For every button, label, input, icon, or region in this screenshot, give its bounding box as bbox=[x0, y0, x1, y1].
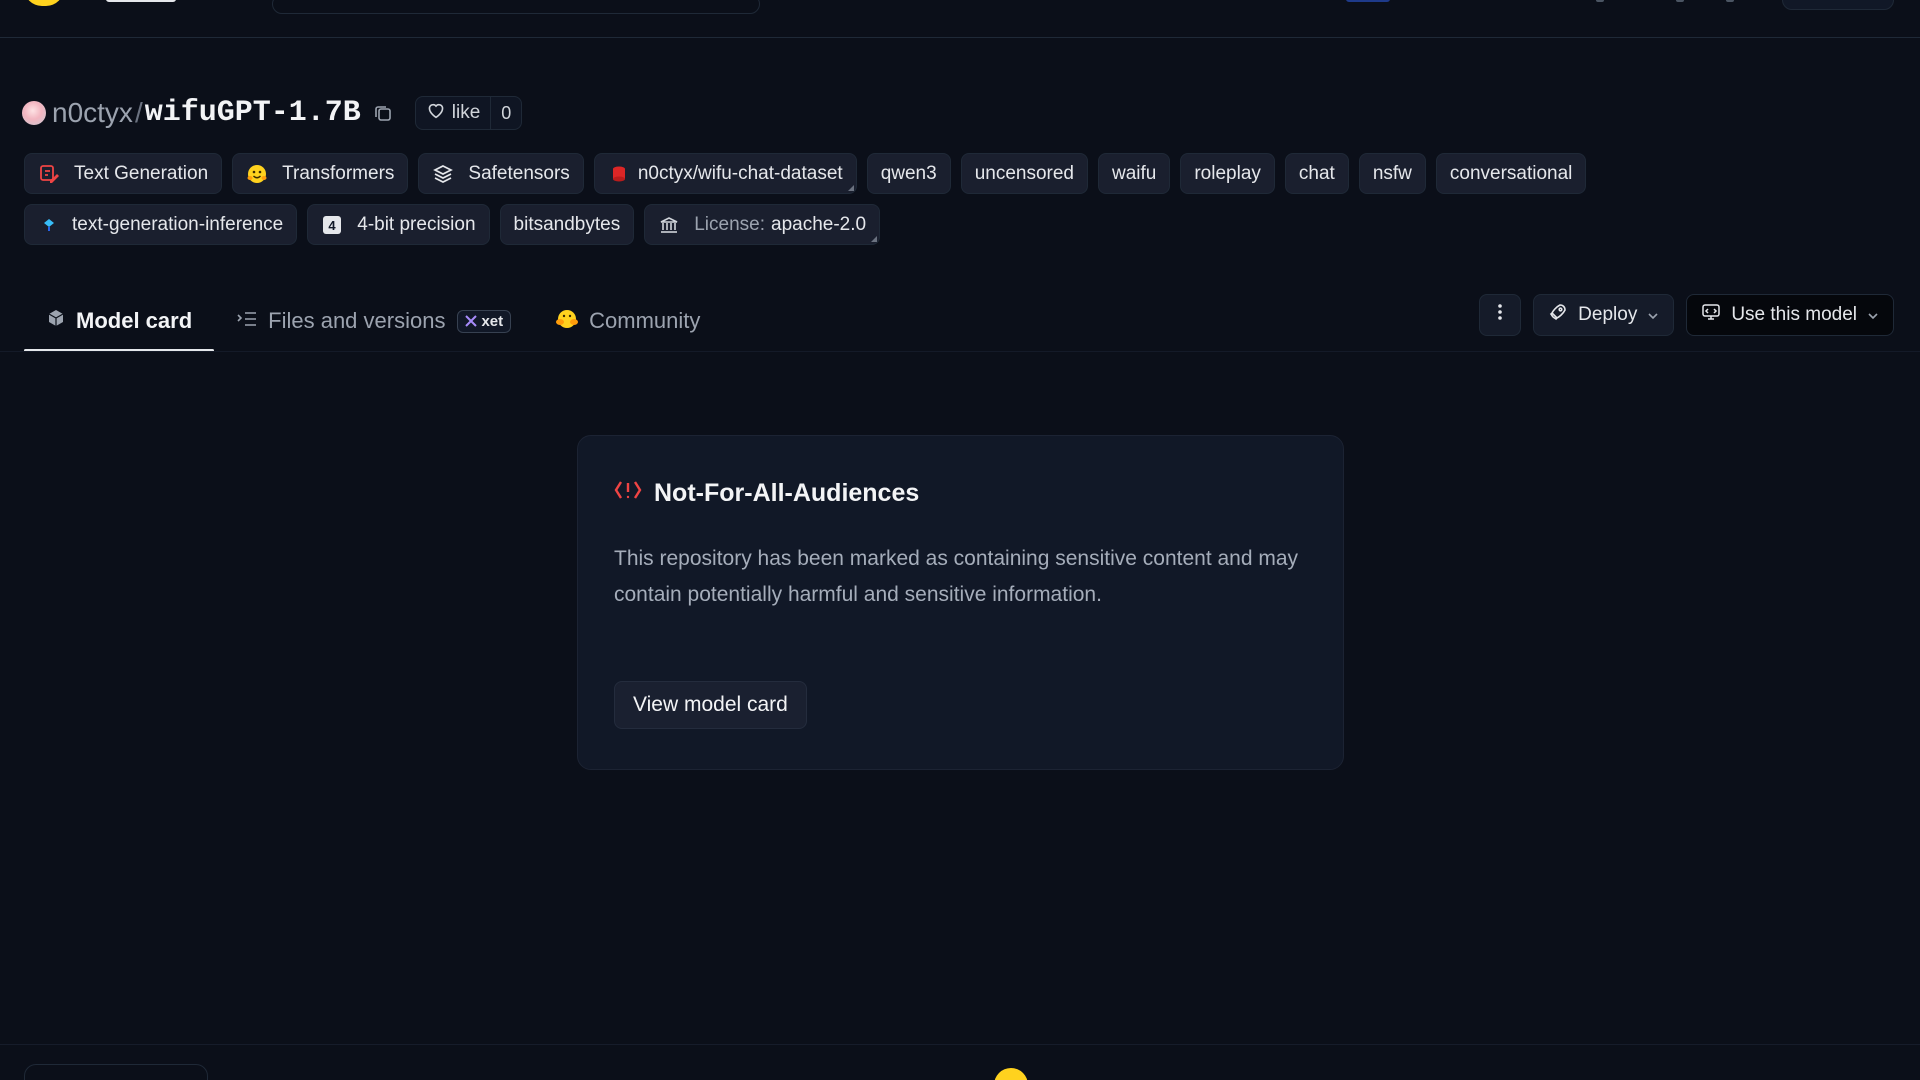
like-widget: like 0 bbox=[414, 96, 523, 130]
tag-label: Text Generation bbox=[74, 162, 209, 184]
tag-transformers[interactable]: Transformers bbox=[232, 153, 409, 194]
view-model-card-button[interactable]: View model card bbox=[614, 681, 807, 729]
heart-icon bbox=[426, 101, 446, 125]
tag-safetensors[interactable]: Safetensors bbox=[418, 153, 584, 194]
tag-uncensored[interactable]: uncensored bbox=[960, 153, 1088, 194]
footer-divider bbox=[0, 1044, 1920, 1045]
nsfw-notice-card: Not-For-All-Audiences This repository ha… bbox=[577, 435, 1344, 770]
tag-nsfw[interactable]: nsfw bbox=[1358, 153, 1426, 194]
license-prefix: License: bbox=[694, 213, 765, 235]
notice-title: Not-For-All-Audiences bbox=[654, 479, 920, 507]
tag-conversational[interactable]: conversational bbox=[1435, 153, 1587, 194]
like-count[interactable]: 0 bbox=[490, 97, 521, 129]
tag-label: waifu bbox=[1111, 162, 1157, 184]
hugging-face-footer-icon bbox=[994, 1068, 1028, 1080]
tag-label: n0ctyx/wifu-chat-dataset bbox=[637, 162, 843, 184]
like-button[interactable]: like bbox=[416, 97, 491, 129]
tag-label: bitsandbytes bbox=[513, 213, 621, 235]
tag-list-secondary: text-generation-inference 4 4-bit precis… bbox=[24, 204, 1624, 245]
community-icon bbox=[555, 307, 579, 335]
tag-label: 4-bit precision bbox=[357, 213, 476, 235]
tag-label: qwen3 bbox=[880, 162, 937, 184]
repo-owner-link[interactable]: n0ctyx bbox=[52, 97, 133, 129]
tab-community[interactable]: Community bbox=[533, 290, 722, 352]
like-label: like bbox=[451, 102, 481, 123]
use-this-model-button[interactable]: Use this model bbox=[1686, 294, 1894, 336]
tag-license[interactable]: License: apache-2.0 bbox=[644, 204, 881, 245]
tab-label: Files and versions bbox=[268, 308, 446, 333]
inference-icon bbox=[38, 214, 60, 236]
rocket-icon bbox=[1548, 302, 1568, 328]
license-value: apache-2.0 bbox=[771, 213, 867, 235]
hugging-face-icon bbox=[246, 163, 268, 185]
repo-tabs: Model card Files and versions xet Commun… bbox=[24, 290, 722, 352]
chevron-down-icon bbox=[1647, 304, 1659, 326]
nav-item[interactable] bbox=[1676, 0, 1684, 2]
repo-separator: / bbox=[134, 97, 143, 128]
cube-icon bbox=[46, 308, 66, 334]
footer-selector[interactable] bbox=[24, 1064, 208, 1080]
tab-label: Community bbox=[589, 308, 701, 333]
tag-text-generation[interactable]: Text Generation bbox=[24, 153, 223, 194]
tag-text-generation-inference[interactable]: text-generation-inference bbox=[24, 204, 298, 245]
nav-item[interactable] bbox=[1596, 0, 1604, 2]
tab-files-and-versions[interactable]: Files and versions xet bbox=[214, 290, 533, 352]
nav-account-button[interactable] bbox=[1782, 0, 1894, 10]
kebab-icon bbox=[1497, 303, 1503, 327]
tag-label: Safetensors bbox=[468, 162, 570, 184]
repo-actions: Deploy Use this model bbox=[1479, 294, 1894, 336]
files-icon bbox=[236, 308, 258, 334]
code-monitor-icon bbox=[1701, 302, 1721, 328]
search-input[interactable] bbox=[272, 0, 760, 14]
tag-label: text-generation-inference bbox=[72, 213, 284, 235]
notice-body: This repository has been marked as conta… bbox=[614, 547, 1299, 606]
tag-label: roleplay bbox=[1194, 162, 1261, 184]
more-options-button[interactable] bbox=[1479, 294, 1522, 336]
tag-label: nsfw bbox=[1372, 162, 1412, 184]
tag-chat[interactable]: chat bbox=[1284, 153, 1349, 194]
precision-icon: 4 bbox=[321, 214, 343, 236]
svg-text:4: 4 bbox=[329, 218, 337, 233]
deploy-button[interactable]: Deploy bbox=[1533, 294, 1675, 336]
expand-corner-icon bbox=[847, 185, 854, 191]
owner-avatar[interactable] bbox=[22, 101, 46, 125]
tag-roleplay[interactable]: roleplay bbox=[1180, 153, 1275, 194]
chevron-down-icon bbox=[1867, 304, 1879, 326]
xet-icon bbox=[465, 315, 478, 327]
repo-header: n0ctyx / wifuGPT-1.7B like 0 bbox=[22, 92, 523, 134]
tag-dataset[interactable]: n0ctyx/wifu-chat-dataset bbox=[593, 153, 857, 194]
tab-model-card[interactable]: Model card bbox=[24, 290, 215, 352]
brand-wordmark[interactable] bbox=[106, 0, 176, 2]
license-icon bbox=[658, 214, 680, 236]
deploy-label: Deploy bbox=[1578, 304, 1638, 325]
xet-badge: xet bbox=[457, 309, 512, 333]
tag-label: conversational bbox=[1449, 162, 1573, 184]
expand-corner-icon bbox=[871, 236, 878, 242]
tabs-divider bbox=[0, 351, 1920, 352]
layers-icon bbox=[432, 163, 454, 185]
dataset-icon bbox=[608, 163, 630, 185]
tag-label: uncensored bbox=[974, 162, 1074, 184]
copy-icon[interactable] bbox=[373, 103, 393, 123]
tag-list-primary: Text Generation Transformers Safetensors bbox=[24, 153, 1624, 194]
nav-item[interactable] bbox=[1726, 0, 1734, 2]
warning-icon bbox=[614, 478, 642, 509]
tag-4bit-precision[interactable]: 4 4-bit precision bbox=[307, 204, 490, 245]
tag-bitsandbytes[interactable]: bitsandbytes bbox=[499, 204, 635, 245]
tag-label: Transformers bbox=[282, 162, 395, 184]
tag-label: chat bbox=[1298, 162, 1335, 184]
tab-label: Model card bbox=[76, 308, 193, 333]
use-model-label: Use this model bbox=[1731, 304, 1857, 325]
nav-item-highlight[interactable] bbox=[1346, 0, 1390, 2]
xet-label: xet bbox=[481, 312, 504, 330]
hugging-face-logo[interactable] bbox=[24, 0, 64, 6]
top-navigation bbox=[0, 0, 1920, 38]
tag-qwen3[interactable]: qwen3 bbox=[866, 153, 951, 194]
text-generation-icon bbox=[38, 163, 60, 185]
notice-title-row: Not-For-All-Audiences bbox=[614, 478, 1307, 509]
tag-waifu[interactable]: waifu bbox=[1097, 153, 1171, 194]
repo-name-link[interactable]: wifuGPT-1.7B bbox=[145, 96, 361, 130]
